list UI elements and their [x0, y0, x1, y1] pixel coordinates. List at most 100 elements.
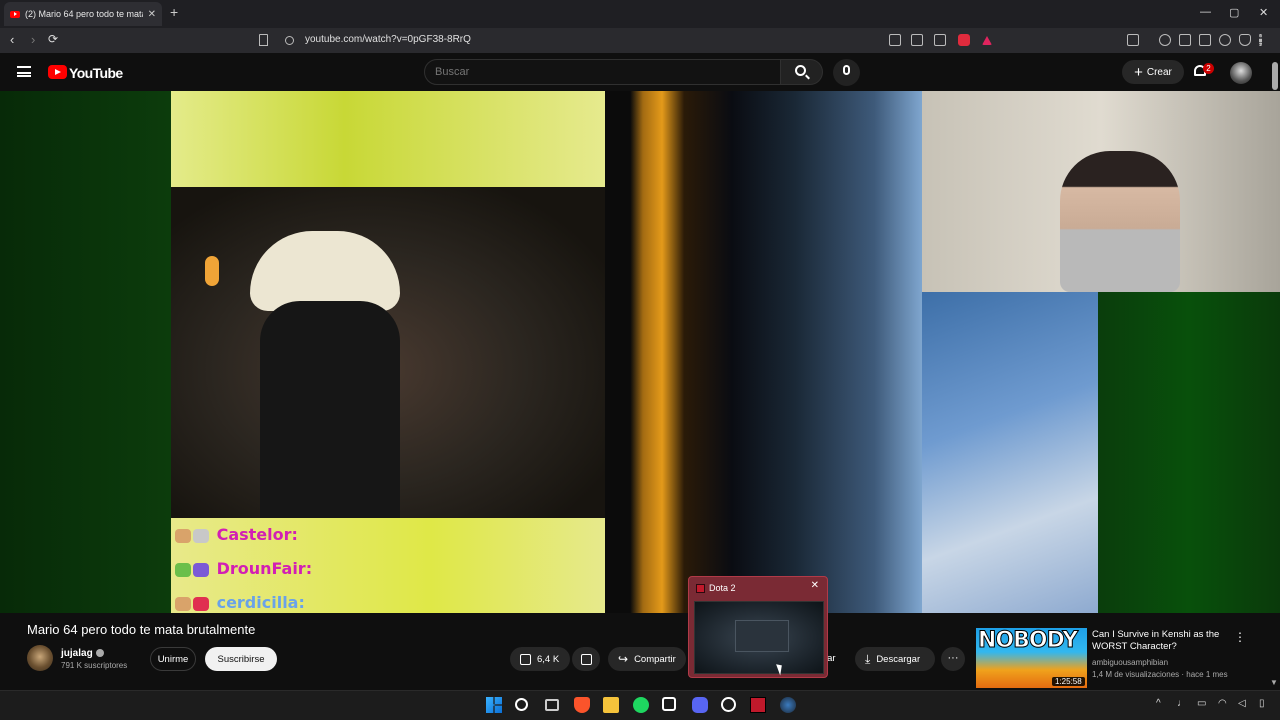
more-actions-button[interactable]: ···	[941, 647, 965, 671]
brave-browser-icon[interactable]	[574, 697, 590, 713]
user-avatar[interactable]	[1230, 62, 1252, 84]
channel-name[interactable]: jujalag	[61, 648, 93, 659]
game-sky	[922, 292, 1098, 613]
minimize-button[interactable]: —	[1200, 6, 1211, 18]
discord-icon[interactable]	[692, 697, 708, 713]
chat-username: Castelor:	[216, 525, 298, 544]
notification-badge: 2	[1203, 63, 1214, 74]
sidebar-toggle-icon[interactable]	[1127, 34, 1139, 46]
download-icon: ⤓	[865, 651, 871, 666]
dota-taskbar-icon[interactable]	[750, 697, 766, 713]
channel-avatar[interactable]	[27, 645, 53, 671]
browser-menu-icon[interactable]	[1259, 34, 1262, 46]
chat-emote-icon	[175, 528, 191, 543]
join-button[interactable]: Unirme	[150, 647, 196, 671]
maximize-button[interactable]: ▢	[1229, 6, 1239, 19]
share-label: Compartir	[634, 653, 676, 665]
like-button[interactable]: 6,4 K	[510, 647, 570, 671]
voice-search-button[interactable]	[833, 59, 860, 86]
search-taskbar-icon[interactable]	[515, 698, 528, 711]
browser-tab-bar: (2) Mario 64 pero todo te mata brutalmen…	[0, 0, 1280, 28]
brave-shields-icon[interactable]	[958, 34, 970, 46]
recommended-meta: 1,4 M de visualizaciones · hace 1 mes	[1092, 670, 1228, 679]
spotify-icon[interactable]	[633, 697, 649, 713]
forward-icon[interactable]: ›	[31, 32, 35, 47]
thumbnail-text: NOBODY	[977, 628, 1078, 654]
ai-assistant-icon[interactable]	[1219, 34, 1231, 46]
obs-icon[interactable]	[721, 697, 736, 712]
hamburger-menu-icon[interactable]	[17, 66, 31, 77]
chat-emote-icon	[175, 562, 191, 577]
search-icon	[795, 65, 806, 76]
translate-icon[interactable]	[889, 34, 901, 46]
video-duration: 1:25:58	[1052, 677, 1085, 686]
candle-light	[205, 256, 219, 286]
reload-icon[interactable]: ⟳	[48, 32, 58, 46]
bookmark-icon[interactable]	[259, 34, 268, 46]
thumbs-down-icon	[580, 653, 592, 665]
task-view-icon[interactable]	[545, 699, 559, 711]
preview-title: Dota 2	[709, 583, 736, 593]
search-button[interactable]	[781, 59, 823, 85]
brave-rewards-icon[interactable]	[982, 36, 992, 45]
dislike-button[interactable]	[572, 647, 600, 671]
chat-username: DrounFair:	[216, 559, 313, 578]
new-tab-button[interactable]: +	[170, 4, 178, 20]
close-window-button[interactable]: ✕	[1259, 6, 1268, 19]
steam-icon[interactable]	[780, 697, 796, 713]
create-button[interactable]: + Crear	[1122, 60, 1184, 84]
vpn-shield-icon[interactable]	[1239, 34, 1251, 46]
back-icon[interactable]: ‹	[10, 32, 14, 47]
url-text[interactable]: youtube.com/watch?v=0pGF38-8RrQ	[305, 34, 471, 45]
search-input[interactable]	[424, 59, 781, 85]
browser-tab[interactable]: (2) Mario 64 pero todo te mata brutalmen…	[4, 2, 162, 26]
wifi-icon[interactable]: ◠	[1218, 698, 1227, 709]
download-button[interactable]: ⤓ Descargar	[855, 647, 935, 671]
mic-icon[interactable]: ♩	[1177, 698, 1187, 709]
recommended-channel[interactable]: ambiguousamphibian	[1092, 658, 1168, 667]
page-scrollbar[interactable]	[1272, 62, 1278, 90]
media-icon[interactable]	[1159, 34, 1171, 46]
tab-close-icon[interactable]: ✕	[148, 9, 156, 20]
file-explorer-icon[interactable]	[603, 697, 619, 713]
chat-overlay: Castelor: DrounFair: cerdicilla:	[171, 518, 605, 613]
recommended-title[interactable]: Can I Survive in Kenshi as the WORST Cha…	[1092, 629, 1222, 653]
dota-icon	[696, 584, 705, 593]
recommended-menu-icon[interactable]: ⋮	[1234, 630, 1246, 644]
subscriber-count: 791 K suscriptores	[61, 661, 128, 670]
microphone-icon	[843, 65, 850, 75]
battery-icon[interactable]: ▯	[1259, 698, 1265, 709]
share-button[interactable]: ↪ Compartir	[608, 647, 686, 671]
keyboard-icon[interactable]: ▭	[1197, 698, 1206, 709]
chat-emote-icon	[175, 596, 191, 611]
game-footage-center	[605, 91, 922, 613]
scroll-down-arrow-icon[interactable]: ▼	[1270, 678, 1278, 687]
youtube-logo-text[interactable]: YouTube	[69, 65, 123, 81]
dota-taskbar-preview[interactable]: Dota 2 ✕	[688, 576, 828, 678]
second-webcam-person	[1060, 151, 1180, 292]
volume-icon[interactable]: ◁	[1238, 698, 1246, 709]
chat-emote-icon	[193, 596, 209, 611]
share-arrow-icon: ↪	[618, 652, 629, 666]
site-settings-icon[interactable]	[285, 36, 294, 45]
youtube-favicon-icon	[10, 10, 20, 18]
chat-row: cerdicilla:	[175, 593, 305, 612]
preview-thumbnail[interactable]	[694, 601, 824, 674]
download-label: Descargar	[876, 653, 921, 665]
video-title: Mario 64 pero todo te mata brutalmente	[27, 622, 256, 637]
wallet-icon[interactable]	[1199, 34, 1211, 46]
reading-list-icon[interactable]	[1179, 34, 1191, 46]
address-bar: ‹ › ⟳ youtube.com/watch?v=0pGF38-8RrQ	[0, 28, 1280, 53]
cast-icon[interactable]	[911, 34, 923, 46]
youtube-header: YouTube + Crear	[0, 53, 1280, 91]
preview-close-icon[interactable]: ✕	[811, 580, 819, 591]
video-player[interactable]: Castelor: DrounFair: cerdicilla:	[0, 91, 1280, 613]
create-label: Crear	[1146, 66, 1172, 78]
youtube-logo-icon[interactable]	[48, 65, 67, 79]
share-page-icon[interactable]	[934, 34, 946, 46]
greenscreen-left	[0, 91, 171, 613]
capcut-icon[interactable]	[662, 697, 676, 711]
subscribe-button[interactable]: Suscribirse	[205, 647, 277, 671]
chevron-up-icon[interactable]: ^	[1156, 698, 1161, 709]
streamer-body	[260, 301, 400, 518]
